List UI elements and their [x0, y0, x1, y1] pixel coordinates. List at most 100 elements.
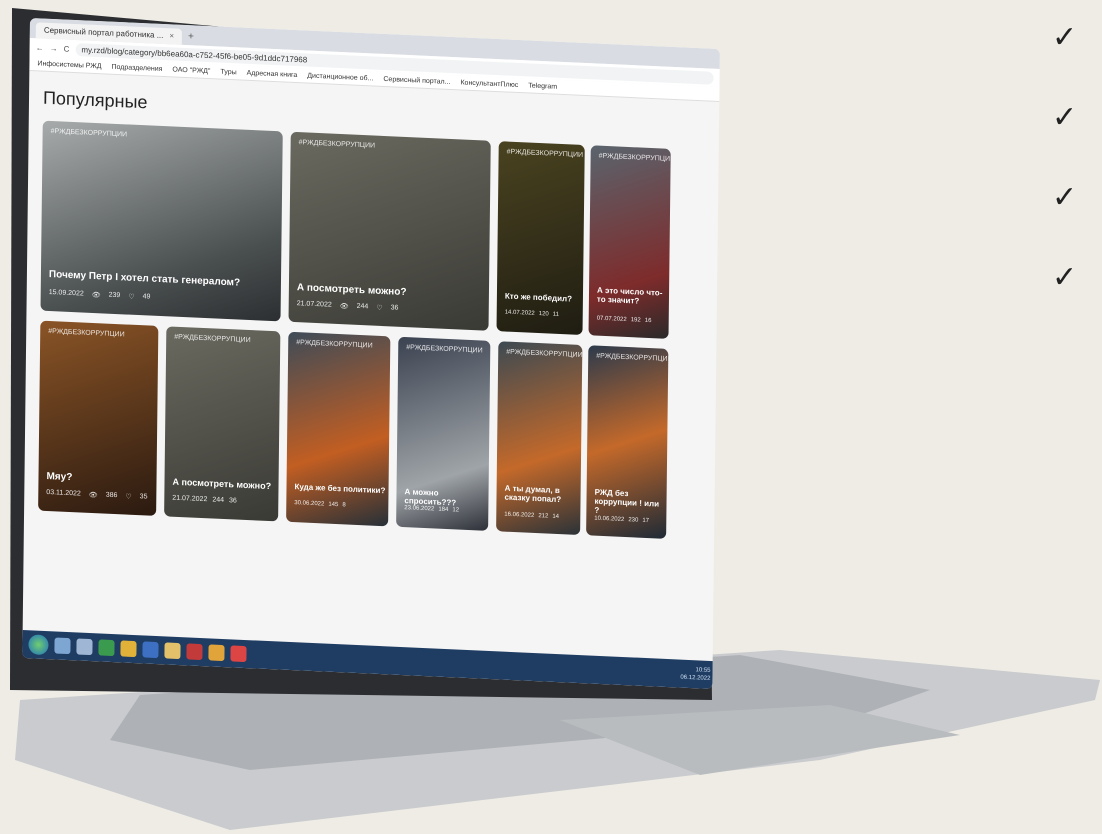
bookmark-item[interactable]: Туры	[220, 68, 236, 76]
post-card[interactable]: #РЖДБЕЗКОРРУПЦИИ Кто же победил? 14.07.2…	[496, 141, 585, 336]
card-meta: 23.06.2022 184 12	[404, 505, 459, 513]
heart-icon: ♡	[376, 304, 383, 313]
post-card[interactable]: #РЖДБЕЗКОРРУПЦИИ Почему Петр I хотел ста…	[40, 120, 283, 322]
card-likes: 12	[452, 507, 460, 514]
card-title: А это число что-то значит?	[596, 285, 663, 306]
bookmark-item[interactable]: Сервисный портал...	[383, 75, 450, 85]
close-icon[interactable]: ×	[169, 28, 174, 44]
card-likes: 14	[552, 513, 560, 521]
heart-icon: ♡	[128, 293, 135, 301]
pdf-icon[interactable]	[186, 643, 203, 661]
card-views: 212	[538, 513, 549, 520]
taskbar-clock: 10:55 06.12.2022	[680, 666, 710, 683]
post-card[interactable]: #РЖДБЕЗКОРРУПЦИИ А посмотреть можно? 21.…	[288, 131, 491, 331]
chrome-icon[interactable]	[120, 640, 137, 658]
card-meta: 03.11.2022 👁 386 ♡ 35	[46, 489, 147, 502]
bookmark-item[interactable]: ОАО "РЖД"	[172, 66, 210, 75]
app-icon[interactable]	[230, 645, 247, 663]
card-views: 239	[108, 291, 121, 300]
card-meta: 21.07.2022 👁 244 ♡ 36	[297, 300, 399, 313]
card-meta: 16.06.2022 212 14	[504, 512, 559, 520]
card-date: 21.07.2022	[172, 494, 208, 504]
views-icon: 👁	[339, 303, 349, 311]
post-card[interactable]: #РЖДБЕЗКОРРУПЦИИ РЖД без коррупции ! или…	[586, 345, 669, 539]
new-tab-button[interactable]: +	[188, 29, 194, 45]
bookmark-item[interactable]: Telegram	[528, 82, 557, 90]
post-card[interactable]: #РЖДБЕЗКОРРУПЦИИ Мяу? 03.11.2022 👁 386 ♡ 3…	[38, 320, 159, 516]
card-title: Мяу?	[46, 470, 73, 484]
bookmark-item[interactable]: КонсультантПлюс	[460, 79, 518, 89]
card-likes: 11	[552, 311, 560, 318]
bookmark-item[interactable]: Адресная книга	[247, 69, 298, 78]
post-card[interactable]: #РЖДБЕЗКОРРУПЦИИ А можно спросить??? 23.…	[396, 336, 491, 531]
card-likes: 35	[139, 493, 148, 501]
bookmark-item[interactable]: Дистанционное об...	[307, 72, 373, 82]
card-tag: #РЖДБЕЗКОРРУПЦИИ	[298, 139, 376, 150]
card-title: Почему Петр I хотел стать генералом?	[48, 268, 241, 289]
card-title: Куда же без политики?	[294, 482, 386, 496]
card-title: Кто же победил?	[504, 291, 573, 304]
card-views: 230	[628, 517, 639, 524]
card-views: 184	[438, 506, 449, 514]
clock-date: 06.12.2022	[680, 674, 711, 682]
page-content: Популярные #РЖДБЕЗКОРРУПЦИИ Почему Петр …	[24, 71, 720, 581]
card-views: 192	[630, 317, 641, 324]
card-title: РЖД без коррупции ! или ?	[594, 487, 660, 515]
card-tag: #РЖДБЕЗКОРРУПЦИИ	[406, 344, 483, 355]
explorer-icon[interactable]	[54, 637, 71, 655]
back-icon[interactable]: ←	[36, 43, 44, 52]
card-title: А посмотреть можно?	[296, 282, 407, 299]
card-tag: #РЖДБЕЗКОРРУПЦИИ	[48, 327, 125, 339]
folder-icon[interactable]	[208, 644, 225, 662]
card-date: 15.09.2022	[48, 288, 84, 298]
card-likes: 8	[342, 502, 346, 509]
post-card[interactable]: #РЖДБЕЗКОРРУПЦИИ А посмотреть можно? 21.…	[164, 326, 281, 522]
card-title: А посмотреть можно?	[172, 476, 272, 492]
folder-icon[interactable]	[164, 642, 181, 660]
reload-icon[interactable]: C	[64, 44, 70, 53]
post-card[interactable]: #РЖДБЕЗКОРРУПЦИИ Куда же без политики? 3…	[286, 331, 391, 527]
card-date: 16.06.2022	[504, 511, 535, 519]
card-views: 244	[212, 496, 225, 504]
screen: Сервисный портал работника ... × + ← → C…	[22, 18, 720, 701]
card-views: 244	[356, 302, 369, 311]
card-date: 14.07.2022	[504, 309, 535, 317]
card-views: 145	[328, 501, 339, 509]
app-icon[interactable]	[76, 638, 93, 656]
card-meta: 14.07.2022 120 11	[505, 310, 559, 318]
forward-icon[interactable]: →	[50, 43, 58, 52]
heart-icon: ♡	[125, 493, 132, 501]
card-tag: #РЖДБЕЗКОРРУПЦИИ	[174, 333, 251, 345]
card-meta: 07.07.2022 192 16	[597, 316, 652, 324]
card-tag: #РЖДБЕЗКОРРУПЦИИ	[506, 348, 583, 360]
card-meta: 15.09.2022 👁 239 ♡ 49	[49, 289, 151, 302]
bookmark-item[interactable]: Подразделения	[111, 63, 162, 72]
word-icon[interactable]	[142, 641, 159, 659]
card-date: 10.06.2022	[594, 515, 625, 524]
card-likes: 36	[390, 304, 399, 312]
card-meta: 10.06.2022 230 17	[594, 516, 649, 524]
card-likes: 17	[642, 517, 650, 525]
post-card[interactable]: #РЖДБЕЗКОРРУПЦИИ А ты думал, в сказку по…	[496, 341, 583, 536]
cards-grid: #РЖДБЕЗКОРРУПЦИИ Почему Петр I хотел ста…	[38, 120, 705, 571]
post-card[interactable]: #РЖДБЕЗКОРРУПЦИИ А это число что-то знач…	[588, 145, 671, 339]
views-icon: 👁	[88, 491, 98, 500]
card-tag: #РЖДБЕЗКОРРУПЦИИ	[506, 148, 584, 159]
views-icon: 👁	[91, 291, 101, 300]
card-views: 120	[538, 311, 549, 318]
start-button-icon[interactable]	[28, 634, 49, 656]
card-date: 03.11.2022	[46, 488, 81, 498]
card-tag: #РЖДБЕЗКОРРУПЦИИ	[50, 127, 128, 139]
card-meta: 30.06.2022 145 8	[294, 500, 345, 508]
browser-window: Сервисный портал работника ... × + ← → C…	[22, 18, 720, 690]
card-tag: #РЖДБЕЗКОРРУПЦИИ	[598, 152, 671, 164]
card-views: 386	[105, 491, 118, 500]
card-tag: #РЖДБЕЗКОРРУПЦИИ	[296, 339, 373, 350]
card-date: 23.06.2022	[404, 505, 435, 513]
excel-icon[interactable]	[98, 639, 115, 657]
card-title: А ты думал, в сказку попал?	[504, 483, 562, 505]
card-likes: 49	[142, 293, 151, 301]
card-date: 07.07.2022	[596, 315, 627, 324]
bookmark-item[interactable]: Инфосистемы РЖД	[37, 60, 101, 70]
card-likes: 16	[644, 317, 652, 325]
